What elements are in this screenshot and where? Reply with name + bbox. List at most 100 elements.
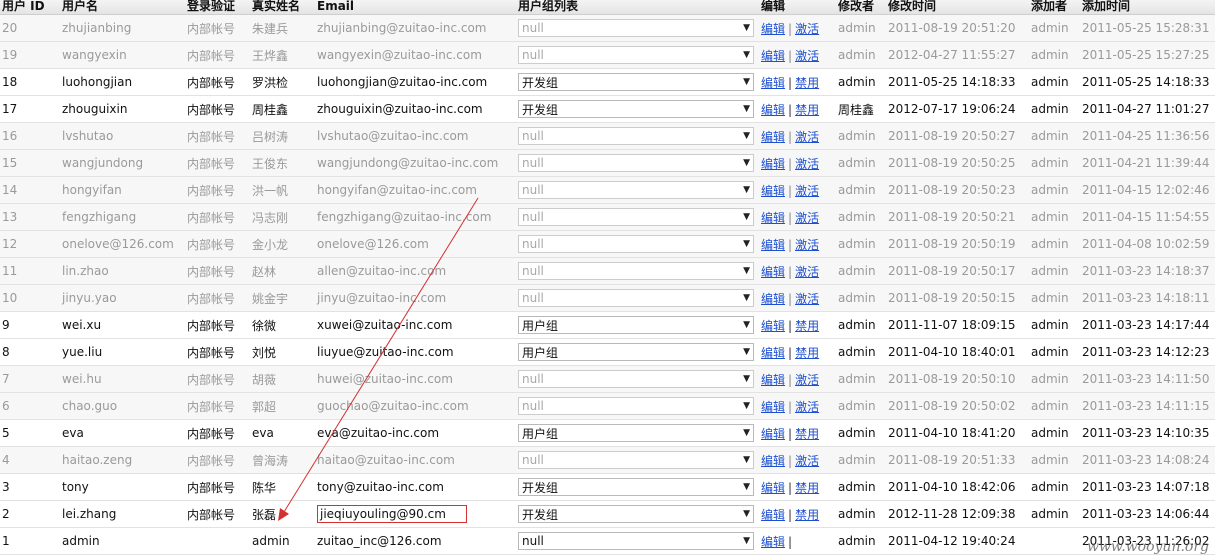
disable-link[interactable]: 禁用: [795, 508, 819, 522]
edit-link[interactable]: 编辑: [761, 157, 785, 171]
dropdown-arrow-icon[interactable]: ▼: [743, 428, 750, 438]
cell-realname: 王烨鑫: [250, 41, 315, 69]
edit-link[interactable]: 编辑: [761, 346, 785, 360]
cell-username: wangjundong: [60, 149, 185, 177]
edit-link[interactable]: 编辑: [761, 427, 785, 441]
edit-link[interactable]: 编辑: [761, 508, 785, 522]
table-row: 19 wangyexin 内部帐号 王烨鑫 wangyexin@zuitao-inc.c…: [0, 41, 1215, 69]
edit-link[interactable]: 编辑: [761, 373, 785, 387]
activate-link[interactable]: 激活: [795, 22, 819, 36]
disable-link[interactable]: 禁用: [795, 103, 819, 117]
edit-link[interactable]: 编辑: [761, 130, 785, 144]
header-group: 用户组列表: [516, 0, 759, 15]
group-select[interactable]: null ▼: [518, 154, 754, 172]
group-select-value: null: [522, 237, 544, 251]
table-row: 9 wei.xu 内部帐号 徐微 xuwei@zuitao-inc.com 用户组 ▼ 编辑 |…: [0, 311, 1215, 339]
activate-link[interactable]: 激活: [795, 49, 819, 63]
dropdown-arrow-icon[interactable]: ▼: [743, 158, 750, 168]
activate-link[interactable]: 激活: [795, 292, 819, 306]
dropdown-arrow-icon[interactable]: ▼: [743, 23, 750, 33]
activate-link[interactable]: 激活: [795, 373, 819, 387]
group-select[interactable]: null ▼: [518, 235, 754, 253]
edit-link[interactable]: 编辑: [761, 22, 785, 36]
edit-link[interactable]: 编辑: [761, 103, 785, 117]
disable-link[interactable]: 禁用: [795, 319, 819, 333]
activate-link[interactable]: 激活: [795, 184, 819, 198]
dropdown-arrow-icon[interactable]: ▼: [743, 401, 750, 411]
dropdown-arrow-icon[interactable]: ▼: [743, 347, 750, 357]
table-row: 15 wangjundong 内部帐号 王俊东 wangjundong@zuitao-i…: [0, 149, 1215, 177]
edit-link[interactable]: 编辑: [761, 184, 785, 198]
dropdown-arrow-icon[interactable]: ▼: [743, 239, 750, 249]
activate-link[interactable]: 激活: [795, 454, 819, 468]
user-table: 用户 ID 用户名 登录验证 真实姓名 Email 用户组列表 编辑 修改者 修…: [0, 0, 1215, 555]
group-select[interactable]: 用户组 ▼: [518, 424, 754, 442]
group-select[interactable]: null ▼: [518, 451, 754, 469]
edit-link[interactable]: 编辑: [761, 400, 785, 414]
cell-group: 开发组 ▼: [516, 500, 759, 528]
dropdown-arrow-icon[interactable]: ▼: [743, 536, 750, 546]
activate-link[interactable]: 激活: [795, 265, 819, 279]
group-select[interactable]: 开发组 ▼: [518, 505, 754, 523]
cell-realname: 周桂鑫: [250, 95, 315, 123]
cell-group: 开发组 ▼: [516, 68, 759, 96]
group-select[interactable]: 开发组 ▼: [518, 478, 754, 496]
edit-link[interactable]: 编辑: [761, 535, 785, 549]
edit-link[interactable]: 编辑: [761, 211, 785, 225]
cell-actions: 编辑 | 禁用: [759, 500, 836, 528]
dropdown-arrow-icon[interactable]: ▼: [743, 320, 750, 330]
disable-link[interactable]: 禁用: [795, 346, 819, 360]
activate-link[interactable]: 激活: [795, 238, 819, 252]
group-select[interactable]: null ▼: [518, 127, 754, 145]
group-select[interactable]: 开发组 ▼: [518, 73, 754, 91]
dropdown-arrow-icon[interactable]: ▼: [743, 293, 750, 303]
dropdown-arrow-icon[interactable]: ▼: [743, 104, 750, 114]
dropdown-arrow-icon[interactable]: ▼: [743, 185, 750, 195]
dropdown-arrow-icon[interactable]: ▼: [743, 374, 750, 384]
cell-modified: 2011-08-19 20:51:20: [886, 14, 1029, 42]
group-select[interactable]: null ▼: [518, 262, 754, 280]
dropdown-arrow-icon[interactable]: ▼: [743, 509, 750, 519]
group-select[interactable]: 开发组 ▼: [518, 100, 754, 118]
cell-auth: 内部帐号: [185, 257, 250, 285]
group-select[interactable]: 用户组 ▼: [518, 316, 754, 334]
edit-link[interactable]: 编辑: [761, 49, 785, 63]
dropdown-arrow-icon[interactable]: ▼: [743, 482, 750, 492]
activate-link[interactable]: 激活: [795, 211, 819, 225]
edit-link[interactable]: 编辑: [761, 265, 785, 279]
activate-link[interactable]: 激活: [795, 400, 819, 414]
cell-email: luohongjian@zuitao-inc.com: [315, 68, 516, 96]
group-select[interactable]: null ▼: [518, 19, 754, 37]
group-select[interactable]: null ▼: [518, 532, 754, 550]
edit-link[interactable]: 编辑: [761, 481, 785, 495]
edit-link[interactable]: 编辑: [761, 76, 785, 90]
dropdown-arrow-icon[interactable]: ▼: [743, 266, 750, 276]
disable-link[interactable]: 禁用: [795, 481, 819, 495]
disable-link[interactable]: 禁用: [795, 76, 819, 90]
dropdown-arrow-icon[interactable]: ▼: [743, 212, 750, 222]
activate-link[interactable]: 激活: [795, 130, 819, 144]
disable-link[interactable]: 禁用: [795, 427, 819, 441]
cell-group: null ▼: [516, 14, 759, 42]
activate-link[interactable]: 激活: [795, 157, 819, 171]
group-select[interactable]: null ▼: [518, 181, 754, 199]
edit-link[interactable]: 编辑: [761, 292, 785, 306]
edit-link[interactable]: 编辑: [761, 238, 785, 252]
header-username: 用户名: [60, 0, 185, 15]
dropdown-arrow-icon[interactable]: ▼: [743, 455, 750, 465]
dropdown-arrow-icon[interactable]: ▼: [743, 131, 750, 141]
group-select[interactable]: null ▼: [518, 370, 754, 388]
cell-added: 2011-04-21 11:39:44: [1080, 149, 1215, 177]
edit-link[interactable]: 编辑: [761, 454, 785, 468]
group-select[interactable]: null ▼: [518, 208, 754, 226]
table-row: 10 jinyu.yao 内部帐号 姚金宇 jinyu@zuitao-inc.com nu…: [0, 284, 1215, 312]
dropdown-arrow-icon[interactable]: ▼: [743, 77, 750, 87]
group-select[interactable]: null ▼: [518, 289, 754, 307]
group-select[interactable]: 用户组 ▼: [518, 343, 754, 361]
cell-actions: 编辑 | 激活: [759, 176, 836, 204]
group-select[interactable]: null ▼: [518, 397, 754, 415]
cell-username: jinyu.yao: [60, 284, 185, 312]
dropdown-arrow-icon[interactable]: ▼: [743, 50, 750, 60]
group-select[interactable]: null ▼: [518, 46, 754, 64]
edit-link[interactable]: 编辑: [761, 319, 785, 333]
